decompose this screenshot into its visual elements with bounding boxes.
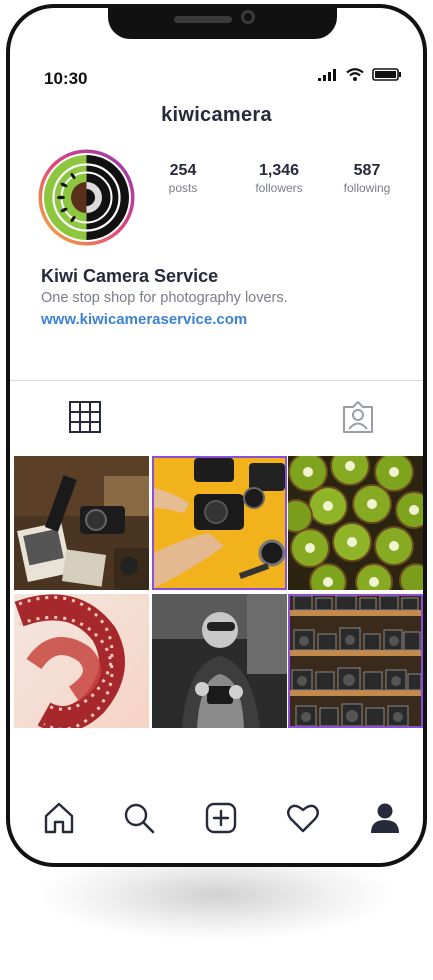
post-image-camera-repair xyxy=(154,458,285,588)
phone-frame: 10:30 kiwicamera 254 posts 1,346 followe… xyxy=(6,4,427,867)
signal-icon xyxy=(318,68,336,81)
post-image-film-strip xyxy=(14,594,149,728)
post-tile[interactable] xyxy=(14,456,149,590)
home-icon[interactable] xyxy=(42,801,76,835)
profile-stats: 254 posts 1,346 followers 587 following xyxy=(146,162,406,202)
bio-text: One stop shop for photography lovers. xyxy=(41,290,288,306)
stat-posts-value: 254 xyxy=(169,162,197,179)
stat-posts-label: posts xyxy=(168,181,198,195)
status-icons xyxy=(318,68,402,81)
profile-avatar[interactable] xyxy=(37,148,136,247)
wifi-icon xyxy=(346,68,364,81)
post-image-vintage-cameras xyxy=(14,456,149,590)
stat-following-label: following xyxy=(343,181,391,195)
bio-name: Kiwi Camera Service xyxy=(41,266,219,286)
post-tile[interactable] xyxy=(152,594,287,728)
post-tile[interactable] xyxy=(288,456,423,590)
stat-followers-label: followers xyxy=(255,181,303,195)
stat-following-value: 587 xyxy=(353,162,381,179)
stat-following[interactable]: 587 following xyxy=(330,162,404,195)
post-image-kiwi-fruit xyxy=(288,456,423,590)
battery-icon xyxy=(372,68,401,81)
profile-divider xyxy=(10,380,423,381)
stat-posts[interactable]: 254 posts xyxy=(158,162,208,195)
bottom-navigation xyxy=(10,801,423,841)
add-post-icon[interactable] xyxy=(204,801,238,835)
speaker-grille xyxy=(174,16,232,23)
stat-followers-value: 1,346 xyxy=(258,162,300,179)
stat-followers[interactable]: 1,346 followers xyxy=(241,162,317,195)
front-camera xyxy=(241,10,255,24)
post-tile[interactable] xyxy=(152,456,287,590)
heart-icon[interactable] xyxy=(286,801,320,835)
post-tile[interactable] xyxy=(288,594,423,728)
profile-username: kiwicamera xyxy=(161,104,272,126)
tagged-person-icon[interactable] xyxy=(341,400,375,434)
bio-link[interactable]: www.kiwicameraservice.com xyxy=(41,311,247,328)
search-icon[interactable] xyxy=(122,801,156,835)
status-time: 10:30 xyxy=(44,69,88,88)
post-tile[interactable] xyxy=(14,594,149,728)
grid-icon[interactable] xyxy=(68,400,102,434)
notch xyxy=(108,8,337,39)
profile-icon[interactable] xyxy=(368,801,402,835)
post-image-technician xyxy=(152,594,287,728)
post-image-camera-shelves xyxy=(290,596,421,726)
